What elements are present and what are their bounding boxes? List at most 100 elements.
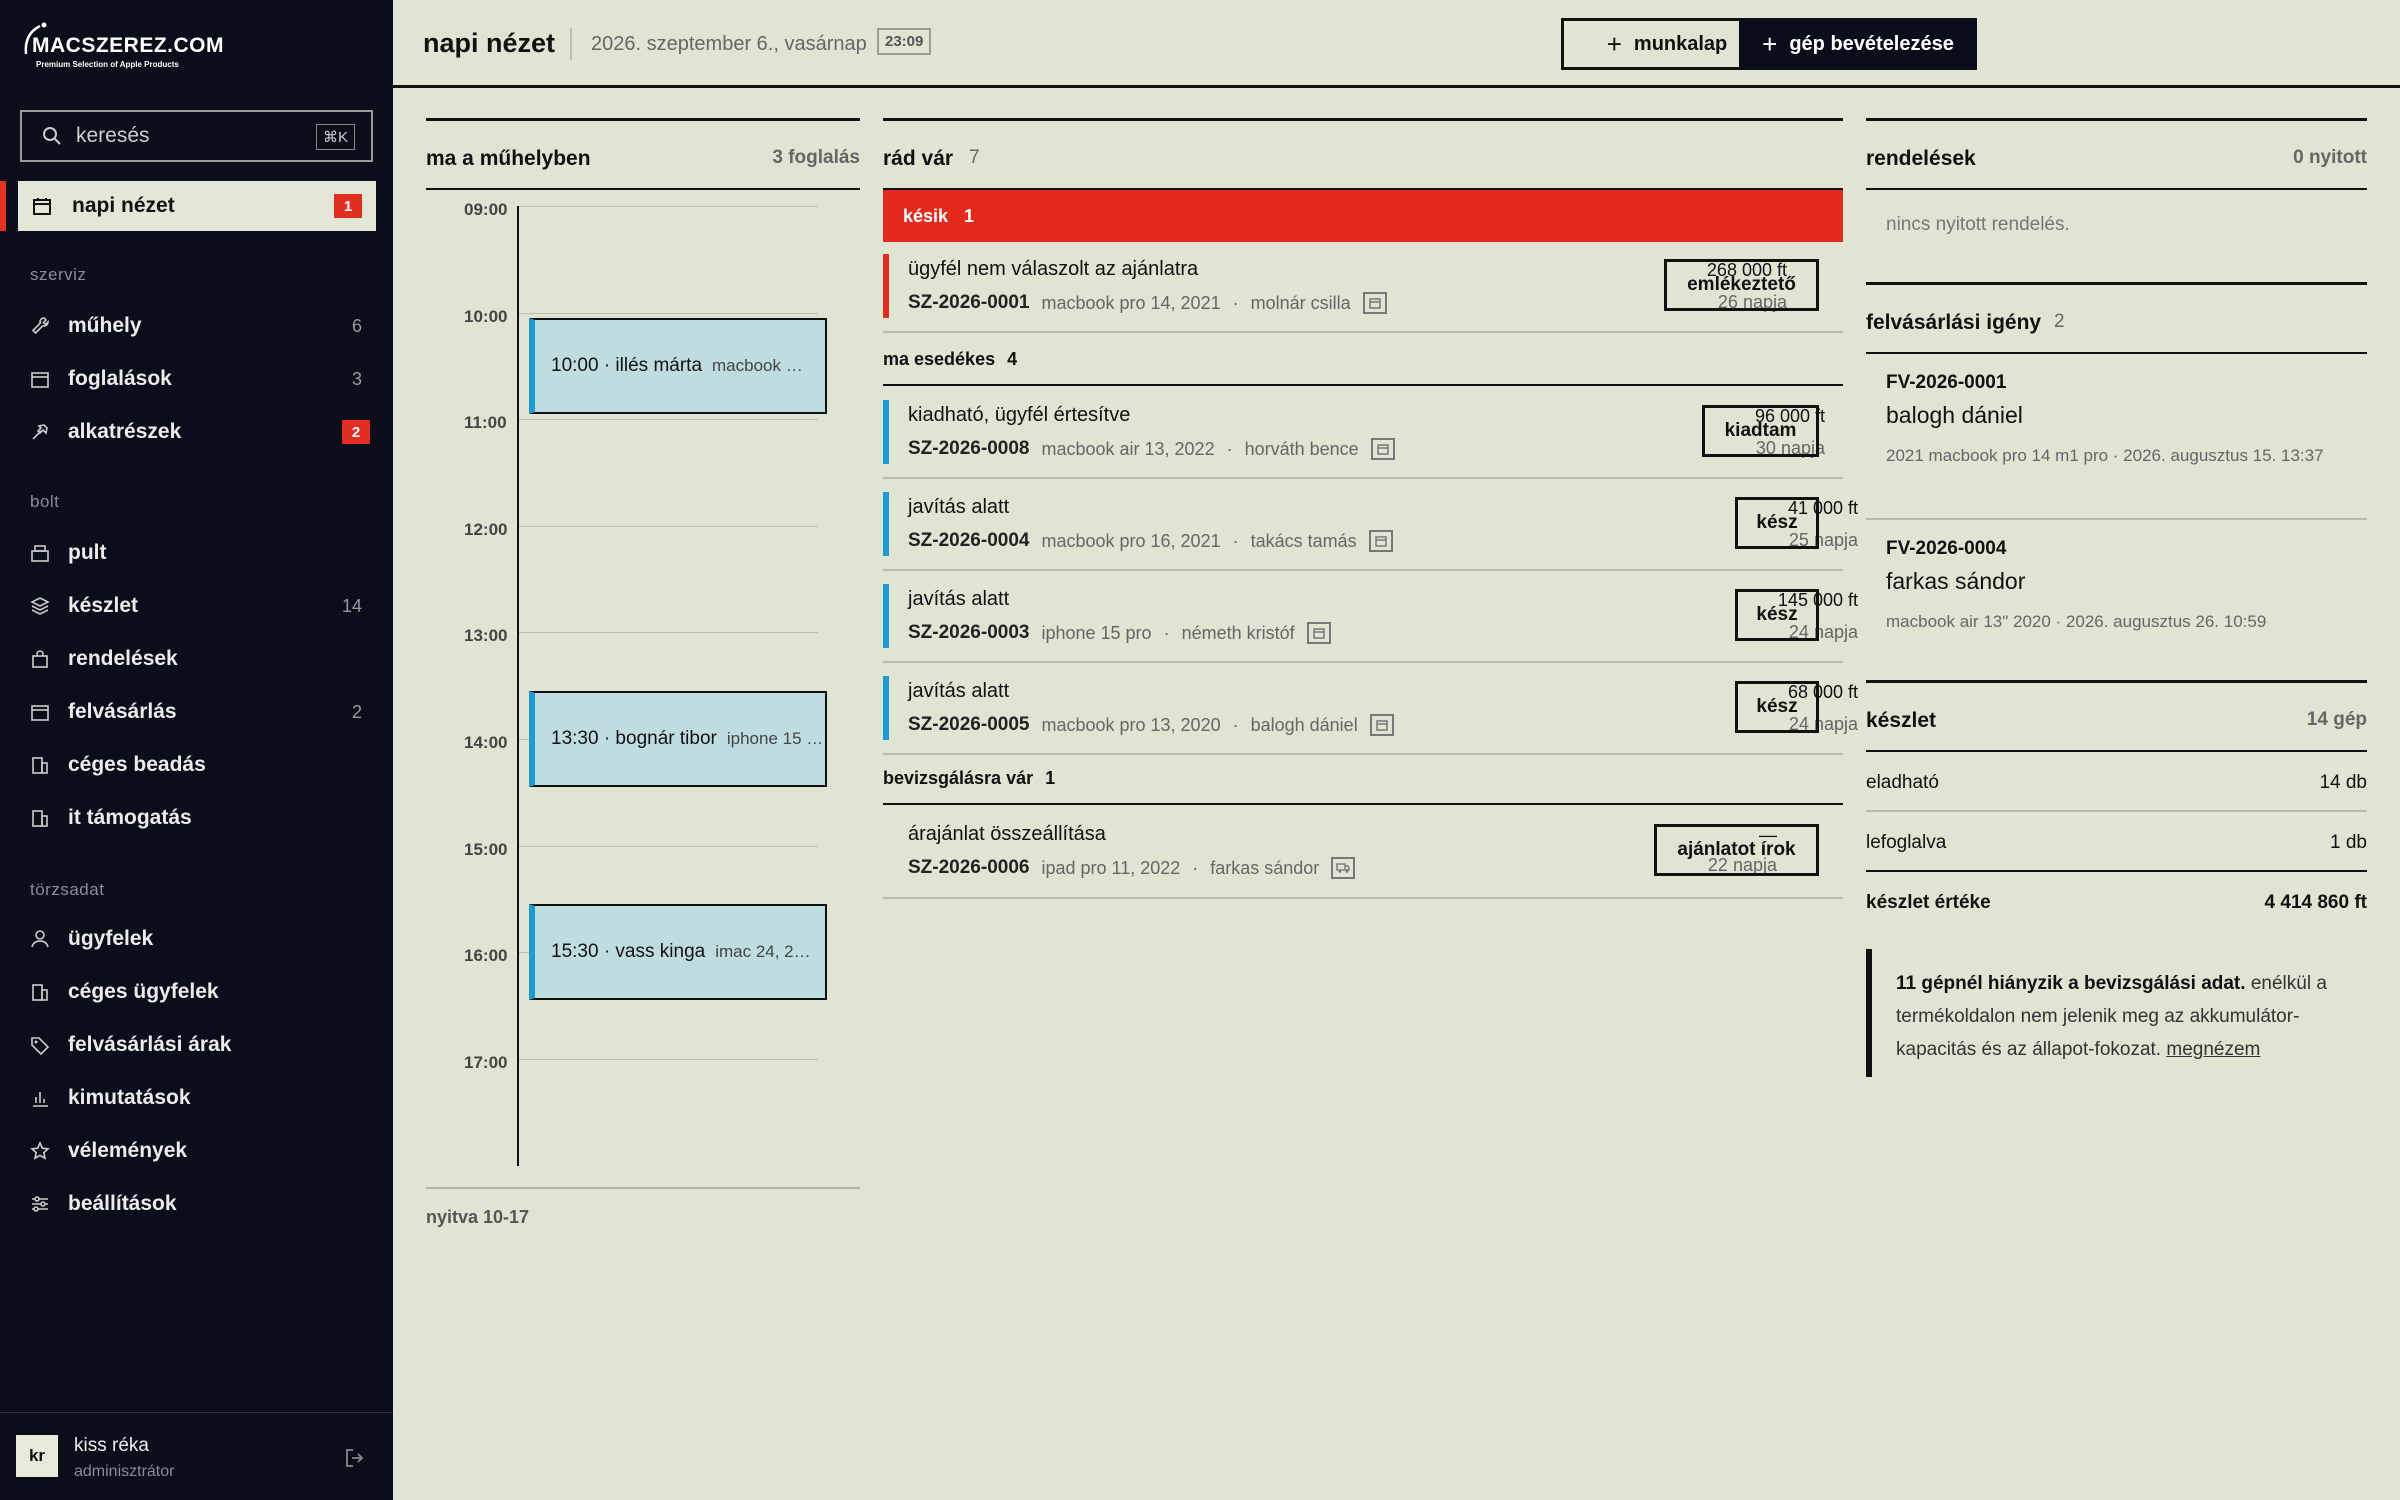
bar-chart-icon: [33, 1092, 48, 1107]
logout-icon[interactable]: [344, 1447, 366, 1469]
appointment-card[interactable]: 10:00 · illés márta macbook pro 14, 2021: [529, 318, 827, 414]
sidebar-item-label: készlet: [68, 594, 139, 617]
calendar-icon: [1306, 622, 1331, 644]
sidebar-badge: 1: [334, 194, 362, 218]
row-status: javítás alatt: [908, 496, 1010, 518]
done-button[interactable]: kész: [1735, 681, 1819, 733]
buyback-desc: macbook air 13" 2020 · 2026. augusztus 2…: [1886, 612, 2267, 631]
search-icon: [43, 127, 61, 145]
hour-line: [518, 313, 818, 314]
row-status: javítás alatt: [908, 680, 1010, 702]
hour-label: 13:00: [464, 626, 508, 645]
hour-label: 14:00: [464, 733, 508, 752]
done-button[interactable]: kész: [1735, 589, 1819, 641]
group-label: késik: [903, 205, 949, 226]
button-label: gép bevételezése: [1789, 32, 1954, 55]
sidebar-badge: 2: [342, 420, 370, 444]
device: macbook pro 13, 2020: [1041, 714, 1221, 735]
sidebar-item-velemenyek[interactable]: vélemények: [30, 1131, 370, 1171]
sidebar-item-label: vélemények: [68, 1139, 188, 1162]
buyback-id: FV-2026-0004: [1886, 538, 2007, 559]
write-offer-button[interactable]: ajánlatot írok: [1654, 824, 1819, 876]
sidebar-item-felvasarlasi-arak[interactable]: felvásárlási árak: [30, 1025, 370, 1065]
queue-row[interactable]: javítás alatt SZ-2026-0004 macbook pro 16…: [883, 480, 1858, 571]
device-intake-button[interactable]: + gép bevételezése: [1739, 18, 1977, 70]
sidebar-item-alkatreszek[interactable]: alkatrészek 2: [30, 412, 370, 452]
queue-row[interactable]: javítás alatt SZ-2026-0005 macbook pro 13…: [883, 664, 1858, 755]
calendar-icon: [1362, 292, 1387, 314]
section-label-bolt: bolt: [30, 492, 60, 511]
sidebar-item-rendelesek[interactable]: rendelések: [30, 639, 370, 679]
customer: farkas sándor: [1210, 857, 1320, 878]
stock-label: lefoglalva: [1866, 832, 1947, 853]
hour-label: 10:00: [464, 307, 508, 326]
search-input[interactable]: keresés ⌘K: [20, 110, 373, 162]
row-status: árajánlat összeállítása: [908, 823, 1106, 845]
late-group-header: késik 1: [883, 190, 1843, 242]
sidebar-item-napi-nezet[interactable]: napi nézet 1: [18, 181, 376, 231]
hour-label: 11:00: [464, 413, 507, 432]
notice-link[interactable]: megnézem: [2166, 1039, 2260, 1060]
sidebar-item-ugyfelek[interactable]: ügyfelek: [30, 919, 370, 959]
sidebar-count: 2: [351, 701, 362, 722]
sidebar-item-ceges-beadas[interactable]: céges beadás: [30, 745, 370, 785]
sidebar-item-it-tamogatas[interactable]: it támogatás: [30, 798, 370, 838]
plus-icon: +: [1606, 28, 1622, 59]
sidebar-item-foglalasok[interactable]: foglalások 3: [30, 359, 370, 399]
sidebar-item-label: felvásárlási árak: [68, 1033, 232, 1056]
queue-row[interactable]: kiadható, ügyfél értesítve SZ-2026-0008 m…: [883, 388, 1843, 479]
sidebar-item-label: felvásárlás: [68, 700, 177, 723]
user-role: adminisztrátor: [74, 1463, 175, 1480]
sidebar-item-label: kimutatások: [68, 1086, 191, 1109]
buyback-name: farkas sándor: [1886, 568, 2026, 594]
stock-row: lefoglalva 1 db: [1866, 812, 2367, 872]
appointment-card[interactable]: 15:30 · vass kinga imac 24, 2021: [529, 904, 827, 1000]
row-meta: SZ-2026-0005 macbook pro 13, 2020 · balogh …: [908, 714, 1394, 736]
queue-row[interactable]: árajánlat összeállítása SZ-2026-0006 ipad…: [883, 807, 1843, 899]
ticket-id: SZ-2026-0004: [908, 530, 1030, 551]
header-divider: [570, 28, 572, 60]
register-icon: [31, 545, 49, 562]
orders-title: rendelések: [1866, 147, 1976, 170]
appointment-label: 13:30 · bognár tibor: [551, 728, 717, 749]
sliders-icon: [32, 1196, 48, 1212]
sidebar-item-keszlet[interactable]: készlet 14: [30, 586, 370, 626]
sidebar-item-label: foglalások: [68, 367, 172, 390]
sidebar-item-label: beállítások: [68, 1192, 177, 1215]
stock-count: 14 gép: [2306, 709, 2367, 730]
sidebar-item-felvasarlas[interactable]: felvásárlás 2: [30, 692, 370, 732]
calendar-icon: [31, 372, 49, 388]
search-placeholder: keresés: [76, 124, 150, 147]
buyback-item[interactable]: FV-2026-0004 farkas sándor macbook air 1…: [1866, 520, 2367, 662]
status-bar: [883, 584, 889, 648]
device: macbook air 13, 2022: [1041, 438, 1215, 459]
calendar-icon: [31, 705, 49, 721]
star-icon: [30, 1141, 50, 1160]
notice-bold: 11 gépnél hiányzik a bevizsgálási adat.: [1896, 973, 2246, 994]
sidebar-item-pult[interactable]: pult: [30, 533, 370, 573]
customer: horváth bence: [1244, 438, 1359, 459]
reminder-button[interactable]: emlékeztető: [1664, 259, 1819, 311]
header: napi nézet 2026. szeptember 6., vasárnap…: [393, 0, 2400, 88]
sidebar-item-beallitasok[interactable]: beállítások: [30, 1184, 370, 1224]
queue-row[interactable]: ügyfél nem válaszolt az ajánlatra SZ-202…: [883, 242, 1843, 333]
hour-label: 15:00: [464, 840, 508, 859]
timeline-axis: [517, 206, 519, 1166]
handed-over-button[interactable]: kiadtam: [1702, 405, 1819, 457]
group-label: bevizsgálásra vár: [883, 767, 1034, 788]
done-button[interactable]: kész: [1735, 497, 1819, 549]
avatar[interactable]: kr: [16, 1435, 58, 1477]
appointment-card[interactable]: 13:30 · bognár tibor iphone 15 pro: [529, 691, 827, 787]
brand-logo[interactable]: MACSZEREZ.COM Premium Selection of Apple…: [22, 20, 224, 72]
buyback-name: balogh dániel: [1886, 402, 2023, 428]
buyback-count: 2: [2054, 311, 2065, 332]
sidebar-item-kimutatasok[interactable]: kimutatások: [30, 1078, 370, 1118]
sidebar-item-label: it támogatás: [68, 806, 192, 829]
sidebar-item-ceges-ugyfelek[interactable]: céges ügyfelek: [30, 972, 370, 1012]
orders-header: rendelések 0 nyitott: [1866, 118, 2367, 190]
appointment-label: 15:30 · vass kinga: [551, 941, 706, 962]
queue-row[interactable]: javítás alatt SZ-2026-0003 iphone 15 pro ·…: [883, 572, 1858, 663]
sidebar-item-muhely[interactable]: műhely 6: [30, 306, 370, 346]
buyback-item[interactable]: FV-2026-0001 balogh dániel 2021 macbook …: [1866, 354, 2367, 520]
row-status: javítás alatt: [908, 588, 1010, 610]
